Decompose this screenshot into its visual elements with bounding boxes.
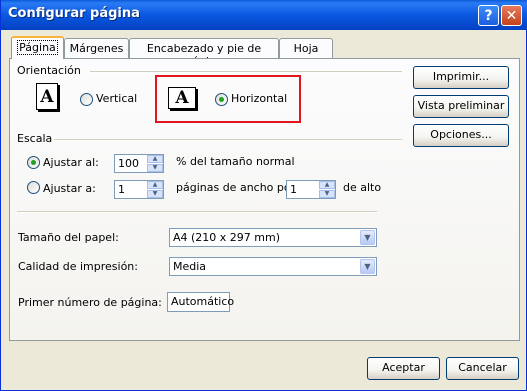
tab-encabezado[interactable]: Encabezado y pie de página	[129, 38, 279, 68]
spin-down-icon[interactable]: ▼	[147, 190, 163, 198]
tab-label: Hoja	[293, 42, 319, 55]
tab-margenes[interactable]: Márgenes	[64, 38, 129, 58]
print-quality-select[interactable]: Media ▼	[169, 257, 377, 276]
tab-label: Página	[17, 40, 58, 55]
vertical-label[interactable]: Vertical	[96, 92, 137, 105]
landscape-page-icon: A	[168, 87, 196, 109]
pages-wide-value: 1	[118, 183, 125, 196]
tab-panel: Orientación A Vertical A Horizontal Esca…	[9, 58, 520, 341]
spin-up-icon[interactable]: ▲	[319, 181, 335, 189]
chevron-down-icon[interactable]: ▼	[360, 230, 375, 245]
spin-up-icon[interactable]: ▲	[147, 155, 163, 163]
help-button[interactable]: ?	[478, 5, 499, 26]
first-page-number-label: Primer número de página:	[18, 296, 162, 309]
tab-label: Márgenes	[69, 42, 124, 55]
chevron-down-icon[interactable]: ▼	[360, 259, 375, 274]
scale-percent-stepper[interactable]: 100 ▲ ▼	[114, 154, 164, 173]
window-title: Configurar página	[8, 6, 140, 21]
paper-separator	[17, 211, 377, 213]
pages-tall-label: de alto	[343, 181, 382, 194]
pages-wide-label: páginas de ancho por	[176, 181, 296, 194]
paper-size-select[interactable]: A4 (210 x 297 mm) ▼	[169, 228, 377, 247]
fit-to-label[interactable]: Ajustar a:	[43, 182, 96, 195]
title-bar[interactable]: Configurar página ? ✕	[1, 0, 527, 30]
print-preview-button[interactable]: Vista preliminar	[413, 95, 509, 118]
close-button[interactable]: ✕	[501, 5, 522, 26]
ok-button[interactable]: Aceptar	[367, 357, 440, 380]
spin-down-icon[interactable]: ▼	[319, 190, 335, 198]
options-button[interactable]: Opciones...	[413, 124, 509, 147]
print-quality-label: Calidad de impresión:	[18, 260, 138, 273]
first-page-number-field[interactable]: Automático	[167, 292, 234, 312]
cancel-button[interactable]: Cancelar	[446, 357, 519, 380]
adjust-to-radio[interactable]	[27, 156, 40, 169]
tab-hoja[interactable]: Hoja	[279, 38, 333, 58]
print-button[interactable]: Imprimir...	[413, 66, 509, 89]
tab-pagina[interactable]: Página	[11, 36, 64, 59]
print-quality-value: Media	[173, 260, 207, 273]
orientation-separator	[90, 71, 402, 73]
scale-group-label: Escala	[17, 132, 53, 145]
orientation-group-label: Orientación	[17, 64, 81, 77]
paper-size-label: Tamaño del papel:	[18, 231, 119, 244]
percent-normal-label: % del tamaño normal	[176, 155, 295, 168]
page-setup-dialog: Configurar página ? ✕ Página Márgenes En…	[0, 0, 527, 391]
paper-size-value: A4 (210 x 297 mm)	[173, 231, 281, 244]
pages-wide-stepper[interactable]: 1 ▲ ▼	[114, 180, 164, 199]
pages-tall-stepper[interactable]: 1 ▲ ▼	[286, 180, 336, 199]
spin-up-icon[interactable]: ▲	[147, 181, 163, 189]
spin-down-icon[interactable]: ▼	[147, 164, 163, 172]
horizontal-radio[interactable]	[215, 93, 228, 106]
adjust-to-label[interactable]: Ajustar al:	[43, 156, 99, 169]
vertical-radio[interactable]	[80, 93, 93, 106]
scale-percent-value: 100	[118, 157, 139, 170]
scale-separator	[54, 139, 402, 141]
horizontal-label[interactable]: Horizontal	[231, 92, 287, 105]
portrait-page-icon: A	[36, 83, 58, 110]
fit-to-radio[interactable]	[27, 181, 40, 194]
pages-tall-value: 1	[290, 183, 297, 196]
